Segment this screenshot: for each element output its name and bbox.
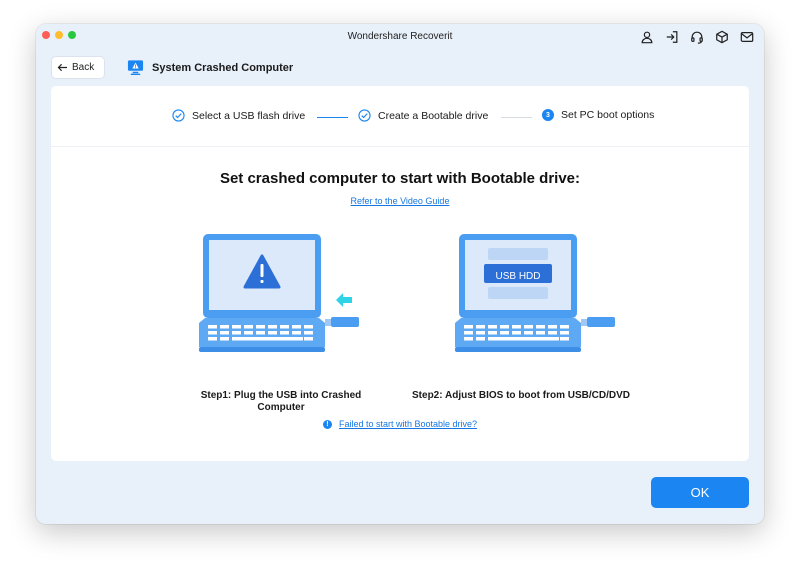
title-bar: Wondershare Recoverit xyxy=(36,24,764,52)
back-button[interactable]: Back xyxy=(52,57,104,78)
failed-help-row: ! Failed to start with Bootable drive? xyxy=(51,419,749,429)
bios-boot-illustration xyxy=(455,228,623,356)
content-panel: Select a USB flash drive Create a Bootab… xyxy=(51,86,749,461)
support-headset-icon[interactable] xyxy=(689,29,704,44)
step-set-boot-options: 3 Set PC boot options xyxy=(542,109,654,121)
check-circle-icon xyxy=(172,109,185,122)
plug-usb-illustration xyxy=(199,228,367,356)
step-connector xyxy=(317,117,348,118)
step-number-badge: 3 xyxy=(542,109,554,121)
step-label: Create a Bootable drive xyxy=(378,109,489,122)
check-circle-icon xyxy=(358,109,371,122)
app-window: Wondershare Recoverit Back System Crashe… xyxy=(36,24,764,524)
step-select-usb: Select a USB flash drive xyxy=(172,109,305,122)
page-title: System Crashed Computer xyxy=(152,62,294,74)
mail-icon[interactable] xyxy=(739,29,754,44)
step-connector xyxy=(501,117,532,118)
failed-bootable-link[interactable]: Failed to start with Bootable drive? xyxy=(339,419,477,429)
titlebar-toolbar xyxy=(639,29,754,44)
video-guide-link[interactable]: Refer to the Video Guide xyxy=(51,196,749,206)
bios-usb-hdd-label: USB HDD xyxy=(495,271,541,282)
step2-caption: Step2: Adjust BIOS to boot from USB/CD/D… xyxy=(412,390,630,401)
box-icon[interactable] xyxy=(714,29,729,44)
arrow-left-icon xyxy=(336,293,352,307)
ok-button[interactable]: OK xyxy=(651,477,749,508)
arrow-left-icon xyxy=(57,63,68,72)
step-label: Set PC boot options xyxy=(561,109,655,121)
step-label: Select a USB flash drive xyxy=(192,109,306,122)
divider xyxy=(51,146,749,147)
instruction-heading: Set crashed computer to start with Boota… xyxy=(219,170,581,187)
sign-in-icon[interactable] xyxy=(664,29,679,44)
info-icon: ! xyxy=(322,419,332,429)
step-create-bootable: Create a Bootable drive xyxy=(358,109,488,122)
account-icon[interactable] xyxy=(639,29,654,44)
step1-caption: Step1: Plug the USB into Crashed Compute… xyxy=(200,390,362,413)
progress-stepper: Select a USB flash drive Create a Bootab… xyxy=(51,109,749,127)
crashed-computer-icon xyxy=(127,60,144,76)
back-button-label: Back xyxy=(72,62,95,73)
